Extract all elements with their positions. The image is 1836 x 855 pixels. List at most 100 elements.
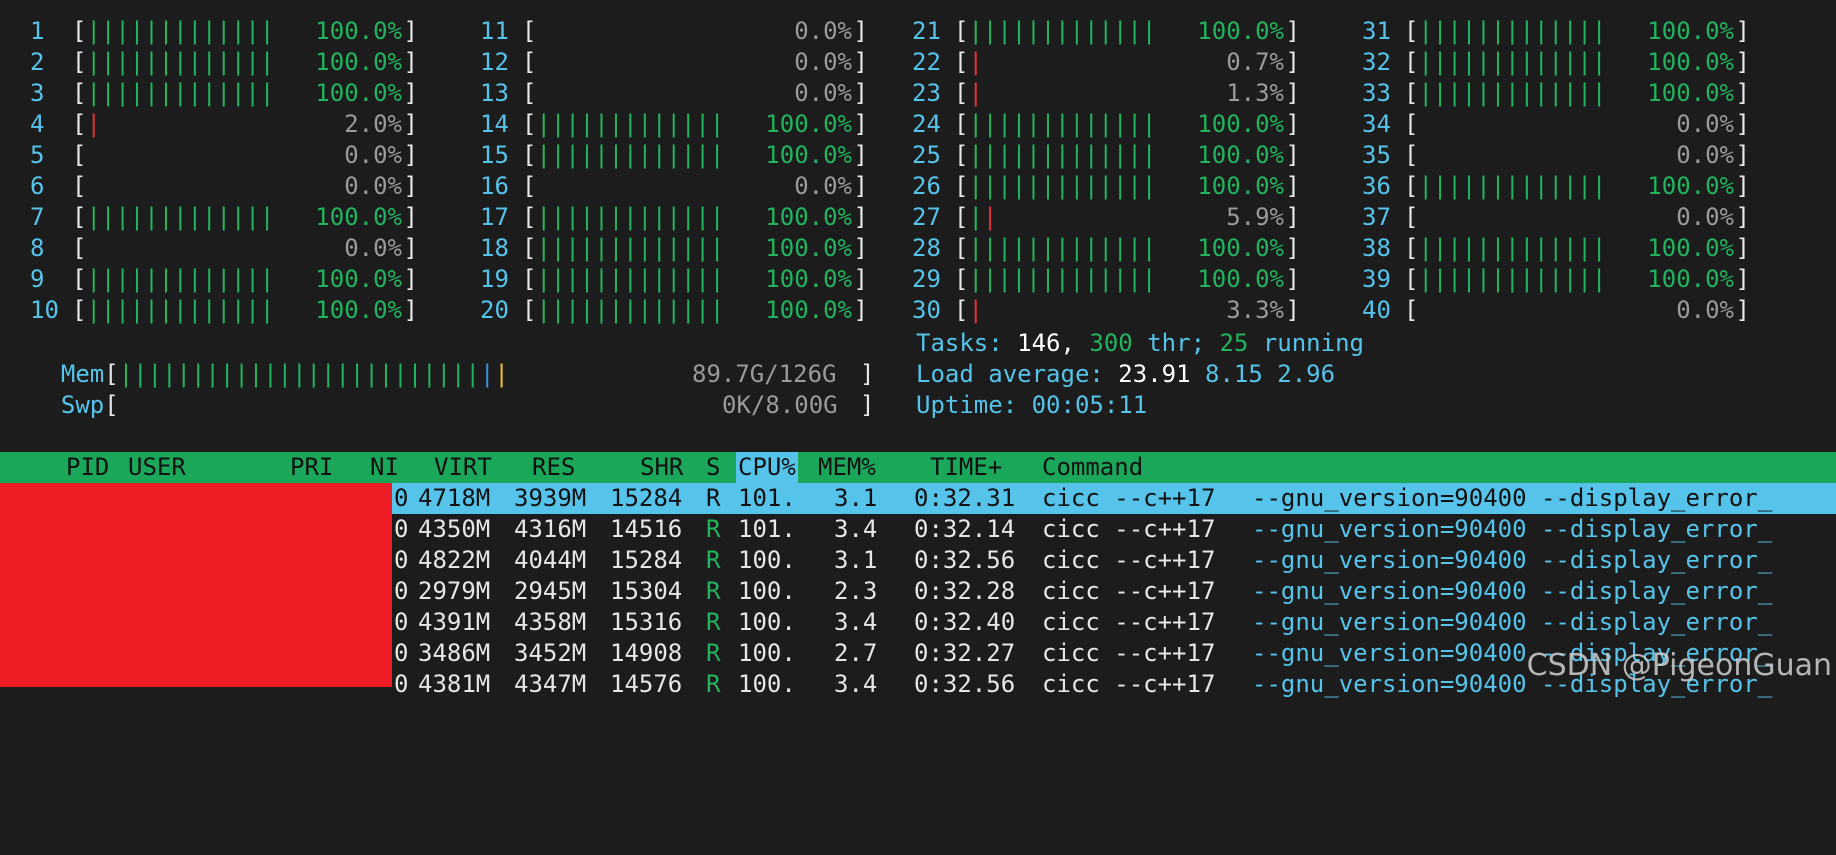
cell-res: 3452M	[514, 639, 587, 667]
cpu-percent: 100.0%	[1647, 234, 1734, 262]
cpu-meter-20: 20 [||||||||||||| 100.0%]	[480, 296, 868, 324]
col-virt[interactable]: VIRT	[434, 452, 492, 483]
col-user[interactable]: USER	[128, 452, 186, 483]
cell-time: 0:32.14	[914, 515, 1016, 543]
load-average: Load average: 23.91 8.15 2.96	[916, 360, 1336, 388]
cell-res: 3939M	[514, 484, 587, 512]
cpu-percent: 0.0%	[344, 234, 402, 262]
cell-shr: 15284	[610, 546, 683, 574]
col-shr[interactable]: SHR	[640, 452, 683, 483]
cpu-meter-34: 34[0.0%]	[1362, 110, 1750, 138]
cpu-id: 25	[912, 141, 941, 169]
col-cpu[interactable]: CPU%	[736, 452, 798, 483]
cpu-id: 6	[30, 172, 45, 200]
cell-cpu: 100.	[738, 670, 796, 698]
cpu-id: 22	[912, 48, 941, 76]
cpu-id: 23	[912, 79, 941, 107]
cpu-percent: 100.0%	[765, 234, 852, 262]
cell-time: 0:32.56	[914, 546, 1016, 574]
cpu-meter-37: 37[0.0%]	[1362, 203, 1750, 231]
cell-cpu: 100.	[738, 546, 796, 574]
swap-value: 0K/8.00G	[722, 391, 838, 419]
cpu-id: 32	[1362, 48, 1391, 76]
cpu-bar: |||||||||||||	[1418, 172, 1607, 200]
cpu-id: 38	[1362, 234, 1391, 262]
cpu-percent: 3.3%	[1226, 296, 1284, 324]
col-res[interactable]: RES	[532, 452, 575, 483]
cpu-bar: |||||||||||||	[536, 203, 725, 231]
cpu-bar: |||||||||||||	[968, 141, 1157, 169]
cpu-meter-14: 14 [||||||||||||| 100.0%]	[480, 110, 868, 138]
cpu-meter-36: 36 [||||||||||||| 100.0%]	[1362, 172, 1750, 200]
cpu-meter-29: 29 [||||||||||||| 100.0%]	[912, 265, 1300, 293]
col-time[interactable]: TIME+	[930, 452, 1002, 483]
col-pid[interactable]: PID	[66, 452, 109, 483]
cpu-percent: 100.0%	[765, 203, 852, 231]
cpu-id: 33	[1362, 79, 1391, 107]
cpu-bar: |	[968, 48, 983, 76]
cell-ni: 0	[394, 515, 409, 543]
cpu-id: 17	[480, 203, 509, 231]
cell-args: --gnu_version=90400 --display_error_	[1252, 608, 1773, 636]
cell-shr: 14908	[610, 639, 683, 667]
cpu-percent: 0.0%	[794, 48, 852, 76]
cpu-percent: 1.3%	[1226, 79, 1284, 107]
cpu-id: 24	[912, 110, 941, 138]
cpu-bar: |||||||||||||	[536, 141, 725, 169]
cpu-id: 5	[30, 141, 45, 169]
cpu-meter-3: 3 [||||||||||||| 100.0%]	[30, 79, 418, 107]
cpu-percent: 0.0%	[1676, 110, 1734, 138]
cpu-bar: |||||||||||||	[968, 234, 1157, 262]
cell-s: R	[706, 546, 721, 574]
cell-res: 4044M	[514, 546, 587, 574]
uptime: Uptime: 00:05:11	[916, 391, 1148, 419]
cpu-meter-39: 39 [||||||||||||| 100.0%]	[1362, 265, 1750, 293]
cell-mem: 3.4	[834, 608, 878, 636]
cell-cmd: cicc --c++17	[1042, 515, 1216, 543]
cell-res: 2945M	[514, 577, 587, 605]
cpu-bar: |||||||||||||	[1418, 17, 1607, 45]
cpu-bar: |||||||||||||	[536, 234, 725, 262]
col-ni[interactable]: NI	[370, 452, 399, 483]
cpu-bar: |||||||||||||	[86, 48, 275, 76]
cpu-bar: |||||||||||||	[86, 79, 275, 107]
col-mem[interactable]: MEM%	[818, 452, 876, 483]
cpu-percent: 100.0%	[1647, 265, 1734, 293]
cpu-id: 34	[1362, 110, 1391, 138]
cpu-id: 27	[912, 203, 941, 231]
cpu-percent: 100.0%	[315, 203, 402, 231]
cell-s: R	[706, 515, 721, 543]
cell-args: --gnu_version=90400 --display_error_	[1252, 546, 1773, 574]
cell-time: 0:32.40	[914, 608, 1016, 636]
cpu-percent: 100.0%	[1647, 17, 1734, 45]
cell-time: 0:32.56	[914, 670, 1016, 698]
col-command[interactable]: Command	[1042, 452, 1143, 483]
cell-mem: 3.1	[834, 484, 878, 512]
cell-mem: 3.4	[834, 515, 878, 543]
cpu-meter-28: 28 [||||||||||||| 100.0%]	[912, 234, 1300, 262]
cpu-id: 1	[30, 17, 45, 45]
cpu-meter-26: 26 [||||||||||||| 100.0%]	[912, 172, 1300, 200]
cell-shr: 14516	[610, 515, 683, 543]
cpu-id: 3	[30, 79, 45, 107]
cpu-bar: |||||||||||||	[1418, 265, 1607, 293]
cpu-meter-27: 27 [|| 5.9%]	[912, 203, 1300, 231]
cell-cpu: 101.	[738, 515, 796, 543]
cell-ni: 0	[394, 670, 409, 698]
cpu-id: 37	[1362, 203, 1391, 231]
cpu-percent: 0.7%	[1226, 48, 1284, 76]
cpu-meter-12: 12[0.0%]	[480, 48, 868, 76]
col-state[interactable]: S	[706, 452, 720, 483]
memory-bar: |||||||||||||||||||||||||||	[118, 360, 509, 388]
col-pri[interactable]: PRI	[290, 452, 333, 483]
cpu-percent: 0.0%	[1676, 203, 1734, 231]
cell-ni: 0	[394, 608, 409, 636]
cell-virt: 4391M	[418, 608, 491, 636]
cell-s: R	[706, 639, 721, 667]
cpu-percent: 100.0%	[765, 110, 852, 138]
swap-meter: Swp[0K/8.00G]	[60, 391, 875, 419]
cpu-meter-40: 40[0.0%]	[1362, 296, 1750, 324]
cell-s: R	[706, 577, 721, 605]
cpu-percent: 100.0%	[1647, 172, 1734, 200]
cpu-percent: 0.0%	[1676, 296, 1734, 324]
